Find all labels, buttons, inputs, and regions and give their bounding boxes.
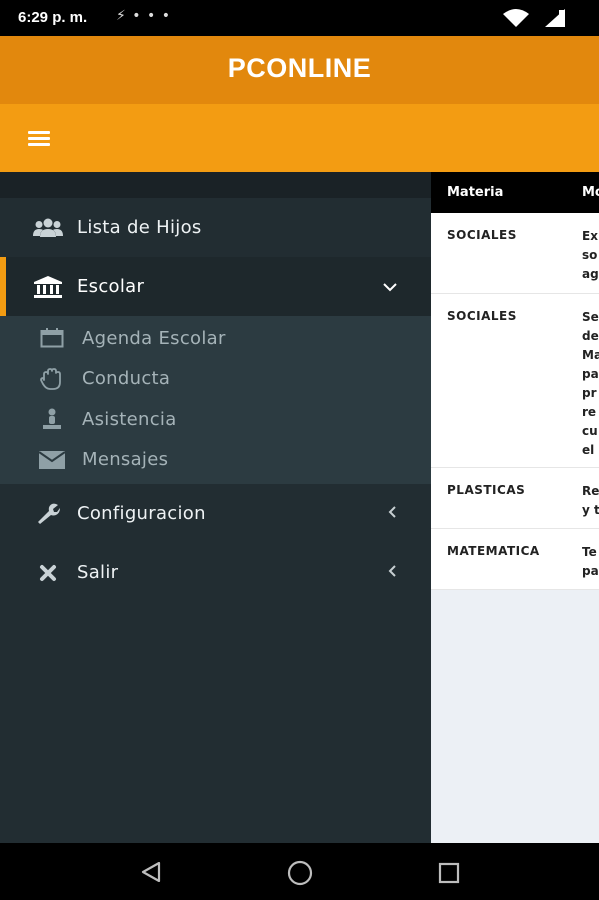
sidebar-top-strip [0, 172, 431, 198]
chevron-down-icon [383, 277, 397, 296]
table-row[interactable]: MATEMATICA Te pa [431, 529, 599, 590]
sidebar-item-label: Lista de Hijos [77, 217, 202, 238]
recents-icon[interactable] [438, 862, 460, 884]
notification-icons: ⚡ • • • [116, 8, 171, 24]
battery-icon [559, 10, 565, 27]
sidebar: Lista de Hijos Escolar Agenda Escolar Co… [0, 172, 431, 843]
table-header: Materia Mo [431, 172, 599, 213]
sidebar-item-configuracion[interactable]: Configuracion [0, 484, 431, 543]
chevron-left-icon [387, 504, 397, 523]
table-row[interactable]: SOCIALES Ex so ag [431, 213, 599, 294]
hand-icon [39, 367, 65, 390]
app-title: PCONLINE [227, 53, 372, 83]
status-bar: 6:29 p. m. ⚡ • • • [0, 0, 599, 36]
wifi-icon [503, 9, 529, 27]
sidebar-item-lista-de-hijos[interactable]: Lista de Hijos [0, 198, 431, 257]
envelope-icon [39, 450, 65, 470]
submenu-item-label: Mensajes [82, 449, 169, 471]
cell-materia: MATEMATICA [447, 544, 540, 558]
sidebar-item-salir[interactable]: Salir [0, 543, 431, 602]
calendar-icon [39, 328, 65, 348]
submenu-item-mensajes[interactable]: Mensajes [0, 440, 431, 481]
wrench-icon [33, 503, 63, 525]
app-header: PCONLINE [0, 36, 599, 104]
table-row[interactable]: PLASTICAS Re y t [431, 468, 599, 529]
signal-icons [503, 9, 565, 27]
status-time: 6:29 p. m. [18, 9, 88, 26]
column-header-materia: Materia [447, 185, 504, 200]
toolbar [0, 104, 599, 172]
submenu-item-conducta[interactable]: Conducta [0, 359, 431, 400]
cell-description: Re y t [582, 484, 599, 517]
chevron-left-icon [387, 563, 397, 582]
table-row[interactable]: SOCIALES Se de Ma pa pr re cu el [431, 294, 599, 468]
sidebar-item-label: Escolar [77, 276, 145, 297]
close-icon [33, 562, 63, 584]
person-icon [39, 408, 65, 430]
submenu-item-asistencia[interactable]: Asistencia [0, 399, 431, 440]
cell-description: Te pa [582, 545, 599, 578]
menu-toggle-icon[interactable] [28, 131, 50, 147]
users-icon [33, 217, 63, 239]
sidebar-item-label: Configuracion [77, 503, 206, 524]
sidebar-item-escolar[interactable]: Escolar [0, 257, 431, 316]
navigation-bar [0, 843, 599, 900]
cell-materia: SOCIALES [447, 309, 517, 323]
cell-description: Ex so ag [582, 229, 599, 281]
cell-description: Se de Ma pa pr re cu el [582, 310, 599, 457]
sidebar-item-label: Salir [77, 562, 119, 583]
institution-icon [33, 275, 63, 298]
escolar-submenu: Agenda Escolar Conducta Asistencia Mensa… [0, 316, 431, 484]
submenu-item-label: Agenda Escolar [82, 327, 226, 349]
submenu-item-label: Conducta [82, 368, 171, 390]
column-header-motivo: Mo [582, 185, 599, 200]
main-content: Materia Mo SOCIALES Ex so ag SOCIALES Se… [431, 172, 599, 843]
cell-materia: PLASTICAS [447, 483, 526, 497]
back-icon[interactable] [140, 862, 162, 882]
home-icon[interactable] [287, 860, 313, 886]
submenu-item-label: Asistencia [82, 408, 177, 430]
submenu-item-agenda-escolar[interactable]: Agenda Escolar [0, 318, 431, 359]
cell-materia: SOCIALES [447, 228, 517, 242]
